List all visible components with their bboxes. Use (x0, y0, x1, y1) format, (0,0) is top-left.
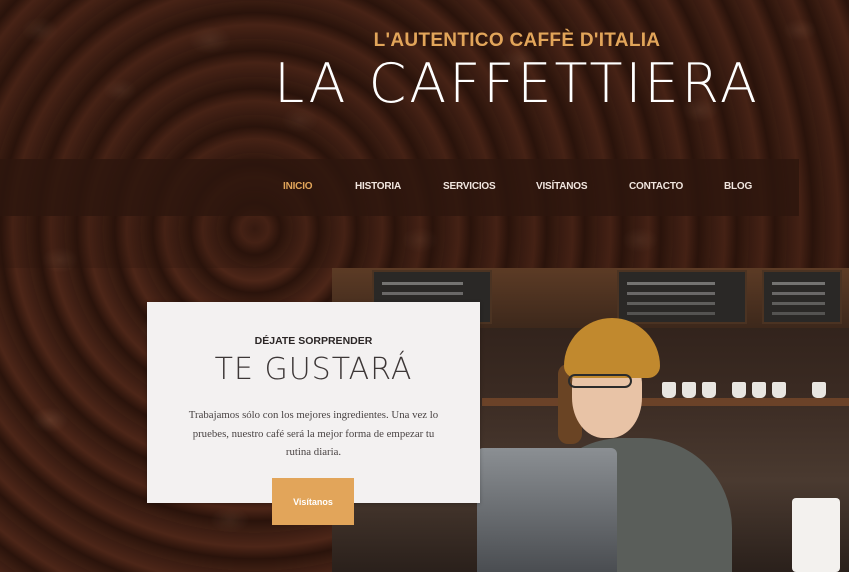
feature-card: DÉJATE SORPRENDER TE GUSTARÁ Trabajamos … (147, 302, 480, 525)
nav-item-contacto[interactable]: CONTACTO (629, 181, 683, 192)
nav-item-historia[interactable]: HISTORIA (355, 181, 401, 192)
feature-kicker: DÉJATE SORPRENDER (254, 335, 373, 347)
brand-title: LA CAFFETTIERA (274, 52, 760, 115)
nav-item-visitanos[interactable]: VISÍTANOS (536, 181, 588, 192)
feature-headline: TE GUSTARÁ (214, 352, 413, 387)
brand-tagline: L'AUTENTICO CAFFÈ D'ITALIA (373, 30, 661, 51)
espresso-machine (477, 448, 617, 572)
glasses (568, 374, 632, 388)
nav-item-inicio[interactable]: INICIO (283, 181, 313, 192)
cup-shelf (482, 398, 849, 406)
nav-item-blog[interactable]: BLOG (724, 181, 752, 192)
main-navigation: INICIO HISTORIA SERVICIOS VISÍTANOS CONT… (0, 159, 799, 216)
feature-description: Trabajamos sólo con los mejores ingredie… (188, 409, 439, 458)
nav-item-servicios[interactable]: SERVICIOS (443, 181, 496, 192)
paper-cup (792, 498, 840, 572)
menu-board (617, 270, 747, 324)
menu-board (762, 270, 842, 324)
visit-button[interactable]: Visítanos (272, 478, 354, 525)
